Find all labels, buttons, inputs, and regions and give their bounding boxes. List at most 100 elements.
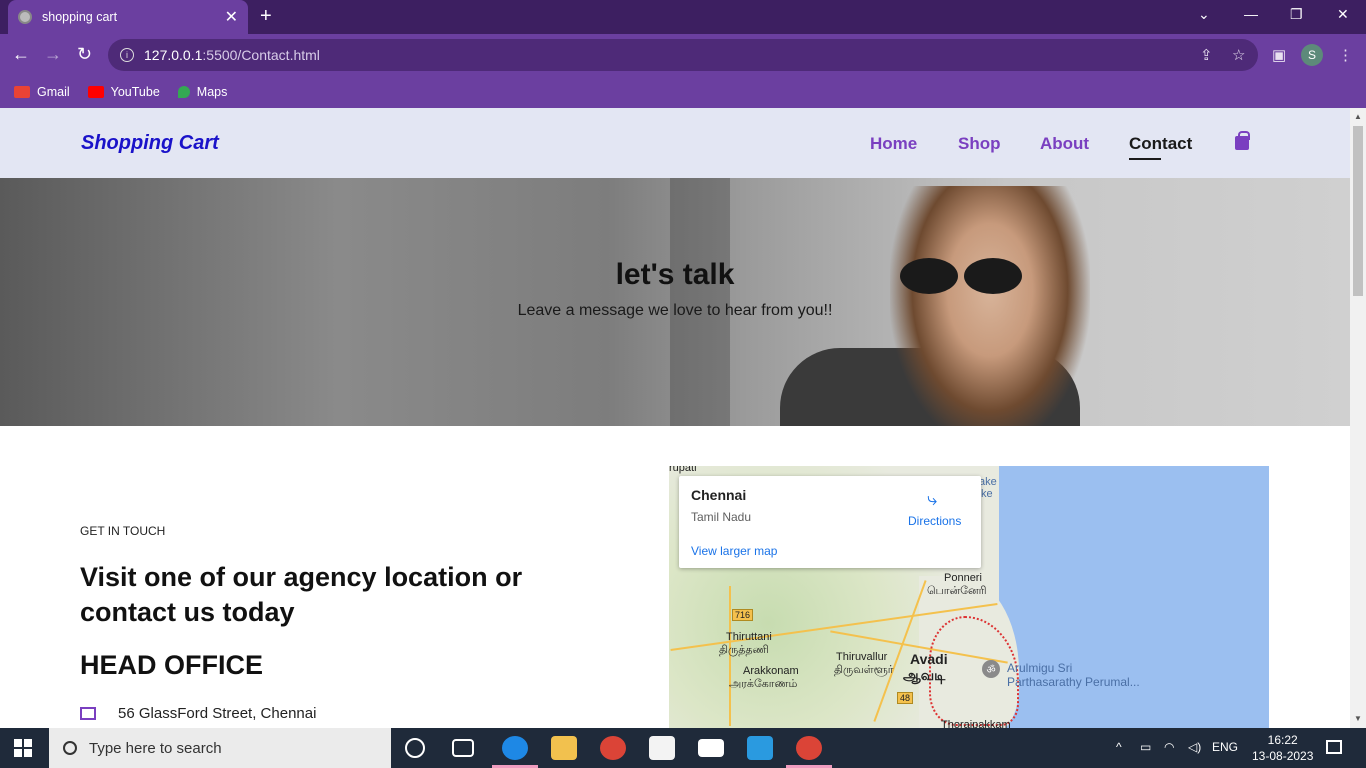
site-logo[interactable]: Shopping Cart	[81, 132, 219, 155]
map-label-arakkonam-ta: அரக்கோணம்	[729, 678, 798, 690]
hero-title: let's talk	[615, 258, 735, 291]
map-label-temple[interactable]: Parthasarathy Perumal...	[1007, 676, 1140, 688]
restore-icon[interactable]: ❐	[1290, 6, 1303, 23]
chrome-icon[interactable]	[600, 736, 626, 760]
map-label-tiruvallur: Thiruvallur	[836, 651, 888, 663]
temple-icon[interactable]: ॐ	[982, 660, 1000, 678]
bookmark-star-icon[interactable]: ☆	[1232, 46, 1245, 64]
globe-icon	[18, 10, 32, 24]
address-bar[interactable]: i 127.0.0.1:5500/Contact.html	[108, 39, 1258, 71]
new-tab-icon[interactable]: +	[260, 6, 272, 26]
nav-shop[interactable]: Shop	[958, 134, 1001, 154]
battery-icon[interactable]: ▭	[1140, 740, 1151, 754]
place-region: Tamil Nadu	[691, 510, 752, 524]
head-office-title: HEAD OFFICE	[80, 650, 264, 680]
map-label-thoraipakkam: Thoraipakkam	[941, 719, 1011, 728]
browser-tab-bar: shopping cart ✕ + ⌄ — ❐ ✕	[0, 0, 1366, 34]
page-scrollbar[interactable]: ▲ ▼	[1350, 108, 1366, 728]
chrome-profile-icon[interactable]	[786, 736, 832, 768]
edge-icon[interactable]	[492, 736, 538, 768]
scroll-up-icon[interactable]: ▲	[1354, 112, 1362, 121]
wifi-icon[interactable]: ◠	[1164, 740, 1174, 754]
road-shield: 48	[897, 692, 914, 704]
map-label-avadi-ta: ஆவடி	[903, 667, 946, 683]
hero-banner: let's talk Leave a message we love to he…	[0, 178, 1350, 426]
reload-icon[interactable]: ↻	[77, 44, 92, 64]
menu-icon[interactable]: ⋮	[1338, 46, 1353, 64]
road-shield: 716	[732, 609, 754, 621]
scroll-down-icon[interactable]: ▼	[1354, 714, 1362, 723]
bookmark-maps[interactable]: Maps	[177, 85, 228, 99]
windows-taskbar: Type here to search ^ ▭ ◠ ◁) ENG 16:22 1…	[0, 728, 1366, 768]
map-label-temple[interactable]: Arulmigu Sri	[1007, 662, 1072, 674]
side-panel-icon[interactable]: ▣	[1272, 46, 1286, 64]
bookmark-label: YouTube	[110, 85, 160, 99]
map-label-tiruttani-ta: திருத்தணி	[719, 644, 769, 656]
profile-avatar[interactable]: S	[1301, 44, 1323, 66]
browser-tab[interactable]: shopping cart ✕	[8, 0, 248, 34]
web-page: Shopping Cart Home Shop About Contact le…	[0, 108, 1350, 728]
shopping-bag-icon[interactable]	[1235, 131, 1250, 150]
vscode-icon[interactable]	[747, 736, 773, 760]
browser-toolbar: ← → ↻ i 127.0.0.1:5500/Contact.html ⇪ ☆ …	[0, 34, 1366, 76]
forward-icon[interactable]: →	[44, 44, 62, 64]
nav-about[interactable]: About	[1040, 134, 1089, 154]
address-row: 56 GlassFord Street, Chennai	[80, 705, 600, 722]
bookmark-label: Gmail	[37, 85, 70, 99]
contact-details: GET IN TOUCH Visit one of our agency loc…	[80, 466, 600, 722]
map-label: ke	[981, 488, 993, 500]
map-label-arakkonam: Arakkonam	[743, 665, 799, 677]
google-map-embed[interactable]: rupati ake ke Ponneri பொன்னேரி 716 Thiru…	[669, 466, 1269, 728]
site-info-icon[interactable]: i	[120, 48, 134, 62]
bookmark-youtube[interactable]: YouTube	[87, 85, 160, 99]
volume-icon[interactable]: ◁)	[1188, 740, 1201, 754]
url-path: :5500/Contact.html	[202, 47, 320, 63]
map-label: rupati	[669, 466, 697, 474]
search-icon	[63, 741, 77, 755]
tab-search-icon[interactable]: ⌄	[1198, 6, 1210, 23]
language-indicator[interactable]: ENG	[1212, 740, 1238, 754]
nav-contact[interactable]: Contact	[1129, 134, 1192, 160]
map-label-tiruttani: Thiruttani	[726, 631, 772, 643]
bookmarks-bar: Gmail YouTube Maps	[0, 76, 1366, 108]
map-place-card: Chennai Tamil Nadu View larger map ⤷ Dir…	[679, 476, 981, 568]
map-label-ponneri-ta: பொன்னேரி	[927, 585, 987, 597]
taskbar-clock[interactable]: 16:22 13-08-2023	[1252, 732, 1313, 764]
map-label-ponneri: Ponneri	[944, 572, 982, 584]
map-label-avadi: Avadi	[910, 651, 948, 667]
window-close-icon[interactable]: ✕	[1337, 6, 1349, 23]
bookmark-gmail[interactable]: Gmail	[14, 85, 70, 99]
tab-title: shopping cart	[42, 10, 118, 24]
back-icon[interactable]: ←	[12, 44, 30, 64]
contact-heading: Visit one of our agency location or cont…	[80, 562, 523, 627]
taskbar-search-placeholder: Type here to search	[89, 739, 222, 757]
hero-subtitle: Leave a message we love to hear from you…	[517, 302, 833, 319]
windows-start-icon[interactable]	[14, 739, 32, 757]
taskbar-search[interactable]: Type here to search	[49, 728, 391, 768]
bookmark-label: Maps	[196, 85, 228, 99]
task-view-icon[interactable]	[452, 739, 474, 757]
directions-icon[interactable]: ⤷	[927, 490, 945, 508]
url-host: 127.0.0.1	[144, 47, 203, 63]
maps-icon	[177, 86, 190, 98]
notification-icon[interactable]	[1326, 740, 1342, 754]
place-name: Chennai	[691, 487, 747, 503]
cortana-icon[interactable]	[405, 738, 425, 758]
file-explorer-icon[interactable]	[551, 736, 577, 760]
directions-link[interactable]: Directions	[908, 514, 961, 528]
store-icon[interactable]	[649, 736, 675, 760]
clock-date: 13-08-2023	[1252, 749, 1314, 763]
clock-time: 16:22	[1267, 733, 1298, 747]
get-in-touch-label: GET IN TOUCH	[80, 524, 166, 538]
share-icon[interactable]: ⇪	[1200, 46, 1213, 64]
close-tab-icon[interactable]: ✕	[225, 7, 238, 27]
site-header: Shopping Cart Home Shop About Contact	[0, 108, 1350, 178]
map-label-tiruvallur-ta: திருவள்ளூர்	[834, 664, 894, 676]
tray-chevron-icon[interactable]: ^	[1116, 740, 1122, 754]
minimize-icon[interactable]: —	[1244, 6, 1258, 22]
address-text: 56 GlassFord Street, Chennai	[118, 705, 317, 722]
nav-home[interactable]: Home	[870, 134, 917, 154]
scrollbar-thumb[interactable]	[1353, 126, 1363, 296]
mail-icon[interactable]	[698, 739, 724, 757]
view-larger-map-link[interactable]: View larger map	[691, 544, 777, 558]
